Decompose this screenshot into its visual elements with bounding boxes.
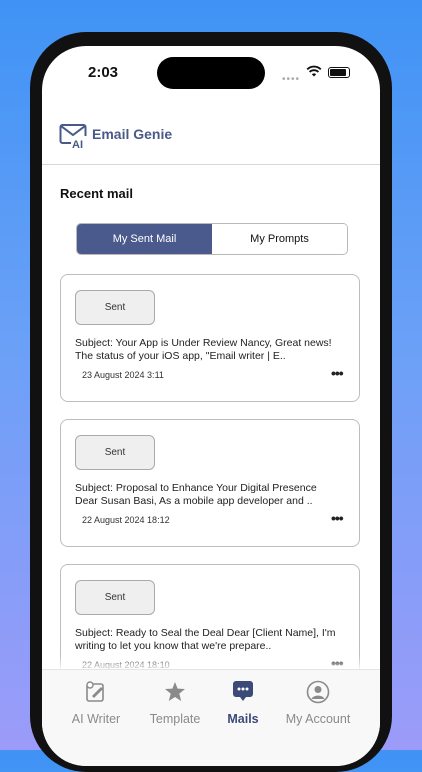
mail-subject-line: writing to let you know that we're prepa… bbox=[75, 640, 272, 652]
tab-label: Mails bbox=[227, 712, 259, 726]
mail-date: 22 August 2024 18:12 bbox=[82, 515, 170, 525]
battery-icon bbox=[328, 67, 350, 78]
mail-subject-line: Subject: Ready to Seal the Deal Dear [Cl… bbox=[75, 627, 336, 639]
status-time: 2:03 bbox=[88, 64, 119, 81]
mail-subject-line: Subject: Your App is Under Review Nancy,… bbox=[75, 337, 332, 349]
section-title: Recent mail bbox=[60, 186, 133, 201]
more-options-icon[interactable]: ••• bbox=[331, 511, 344, 525]
wifi-icon bbox=[306, 65, 322, 77]
app-header: AI Email Genie bbox=[42, 106, 380, 165]
mail-card[interactable]: Sent Subject: Your App is Under Review N… bbox=[60, 274, 360, 402]
mail-subject-line: The status of your iOS app, "Email write… bbox=[75, 350, 286, 362]
star-icon bbox=[165, 682, 185, 701]
status-badge: Sent bbox=[75, 290, 155, 325]
chat-bubble-icon bbox=[233, 681, 253, 701]
tab-my-sent-mail[interactable]: My Sent Mail bbox=[77, 224, 212, 254]
signal-icon: •••• bbox=[282, 74, 301, 85]
ai-writer-icon bbox=[86, 681, 104, 702]
mail-date: 23 August 2024 3:11 bbox=[82, 370, 164, 380]
app-title: Email Genie bbox=[92, 126, 173, 142]
status-badge: Sent bbox=[75, 435, 155, 470]
app-screen: 2:03 •••• AI Email Genie Recent mail My … bbox=[42, 46, 380, 766]
mail-subject: Subject: Your App is Under Review Nancy,… bbox=[75, 337, 349, 363]
tab-label: AI Writer bbox=[71, 712, 121, 726]
tab-bar: AI Writer Template Mails My Account bbox=[42, 669, 380, 766]
more-options-icon[interactable]: ••• bbox=[331, 366, 344, 380]
dynamic-island bbox=[157, 57, 265, 89]
mail-subject-line: Subject: Proposal to Enhance Your Digita… bbox=[75, 482, 317, 494]
segmented-control: My Sent Mail My Prompts bbox=[76, 223, 348, 255]
more-options-icon[interactable]: ••• bbox=[331, 656, 344, 670]
mail-ai-icon: AI bbox=[59, 124, 87, 149]
tab-label: My Account bbox=[285, 712, 351, 726]
mail-subject: Subject: Proposal to Enhance Your Digita… bbox=[75, 482, 349, 508]
mail-card[interactable]: Sent Subject: Proposal to Enhance Your D… bbox=[60, 419, 360, 547]
mail-subject: Subject: Ready to Seal the Deal Dear [Cl… bbox=[75, 627, 349, 653]
svg-text:AI: AI bbox=[72, 139, 83, 149]
mail-subject-line: Dear Susan Basi, As a mobile app develop… bbox=[75, 495, 313, 507]
tab-my-prompts[interactable]: My Prompts bbox=[212, 224, 347, 254]
status-badge: Sent bbox=[75, 580, 155, 615]
user-icon bbox=[306, 680, 330, 704]
